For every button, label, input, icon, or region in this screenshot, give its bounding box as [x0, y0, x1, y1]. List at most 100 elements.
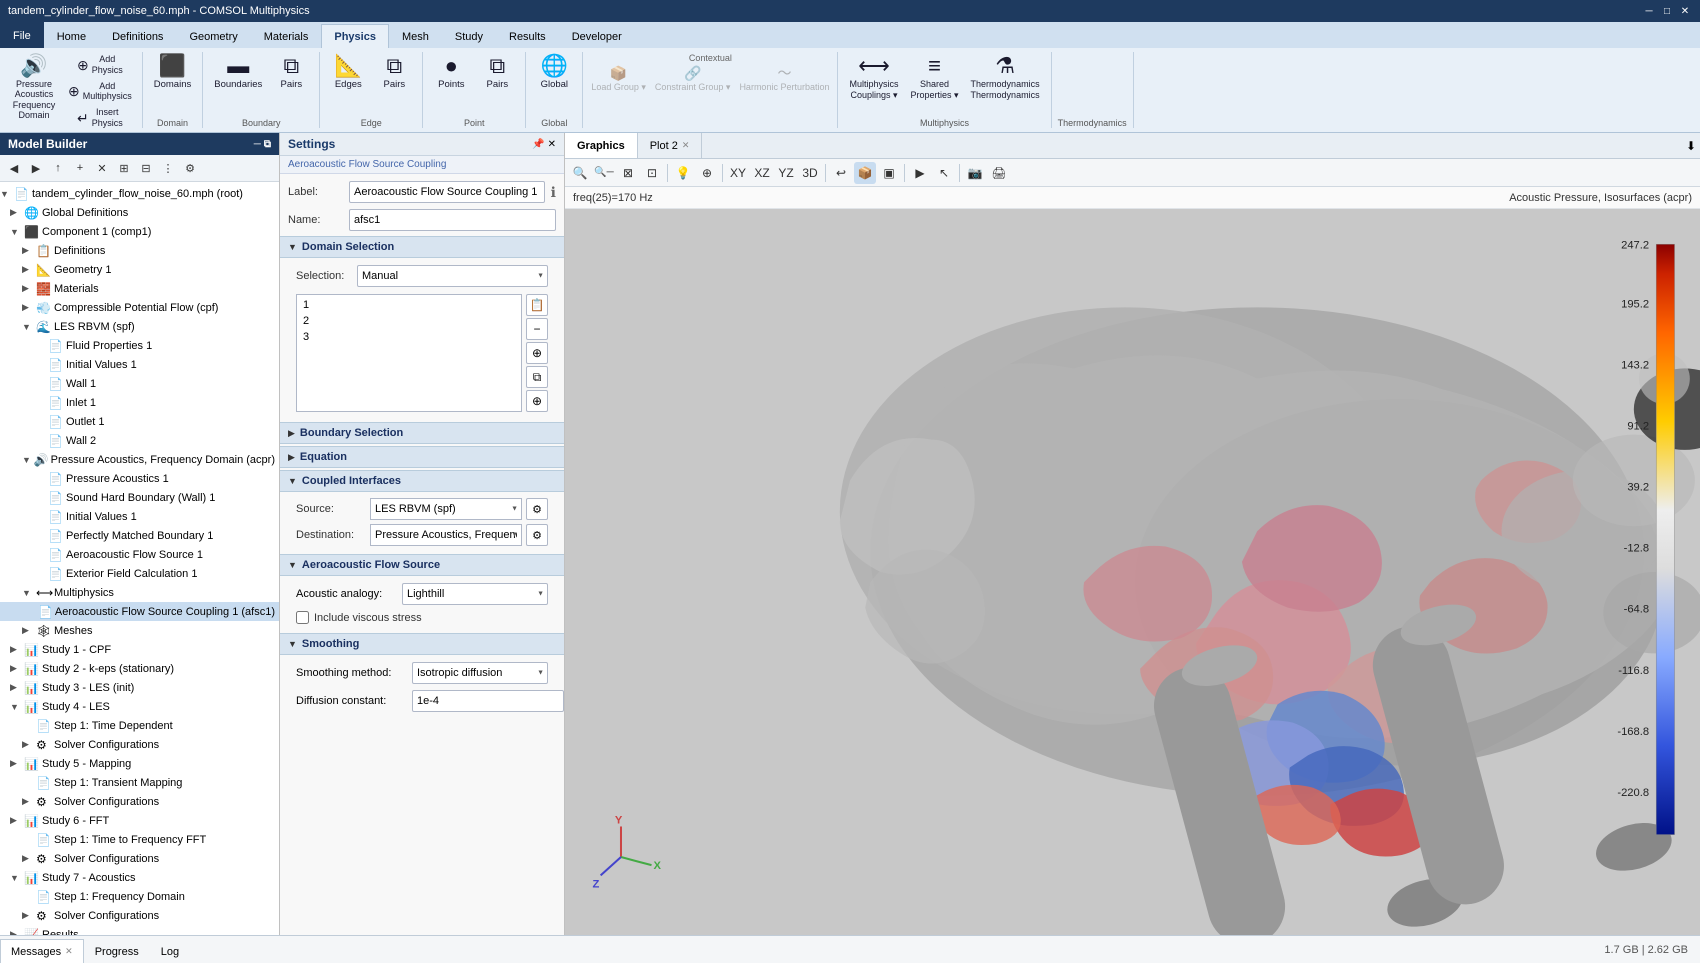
domain-remove-button[interactable]: −: [526, 318, 548, 340]
tree-item[interactable]: ▼📊Study 4 - LES: [0, 697, 279, 716]
tree-expand-icon[interactable]: ▶: [10, 663, 22, 674]
boundaries-button[interactable]: ▬ Boundaries: [209, 52, 267, 93]
tab-file[interactable]: File: [0, 22, 44, 48]
smoothing-method-select[interactable]: Isotropic diffusion None: [412, 662, 548, 684]
tab-results[interactable]: Results: [496, 24, 559, 48]
smoothing-header[interactable]: Smoothing: [280, 633, 564, 655]
tree-item[interactable]: 📄Aeroacoustic Flow Source Coupling 1 (af…: [0, 602, 279, 621]
tree-expand-icon[interactable]: ▼: [22, 455, 32, 465]
thermodynamics-button[interactable]: ⚗ ThermodynamicsThermodynamics: [966, 52, 1045, 104]
zoom-out-button[interactable]: 🔍─: [593, 162, 615, 184]
tree-item[interactable]: 📄Wall 1: [0, 374, 279, 393]
tree-expand-icon[interactable]: ▼: [10, 873, 22, 883]
domain-crosshair-button[interactable]: ⊕: [526, 390, 548, 412]
tree-item[interactable]: 📄Perfectly Matched Boundary 1: [0, 526, 279, 545]
boundary-pairs-button[interactable]: ⧉ Pairs: [269, 52, 313, 93]
name-input[interactable]: [349, 209, 556, 231]
tree-expand-icon[interactable]: ▶: [10, 644, 22, 655]
selection-dropdown[interactable]: Manual All Domains: [357, 265, 548, 287]
reset-view-button[interactable]: ↩: [830, 162, 852, 184]
graphics-viewport[interactable]: 247.2 195.2 143.2 91.2 39.2 -12.8 -64.8 …: [565, 209, 1700, 935]
mb-up-button[interactable]: ↑: [48, 158, 68, 178]
tree-item[interactable]: ▶⚙Solver Configurations: [0, 735, 279, 754]
tree-item[interactable]: 📄Step 1: Time Dependent: [0, 716, 279, 735]
perspective-button[interactable]: 📦: [854, 162, 876, 184]
viscous-stress-checkbox[interactable]: [296, 611, 309, 624]
tree-expand-icon[interactable]: ▶: [22, 302, 34, 313]
tab-geometry[interactable]: Geometry: [176, 24, 250, 48]
mb-expand-button[interactable]: ⊞: [114, 158, 134, 178]
edges-button[interactable]: 📐 Edges: [326, 52, 370, 93]
restore-button[interactable]: □: [1660, 4, 1674, 18]
tree-item[interactable]: ▶🧱Materials: [0, 279, 279, 298]
tree-item[interactable]: 📄Wall 2: [0, 431, 279, 450]
tab-materials[interactable]: Materials: [251, 24, 322, 48]
multiphysics-couplings-button[interactable]: ⟷ MultiphysicsCouplings ▾: [844, 52, 903, 104]
tree-item[interactable]: 📄Aeroacoustic Flow Source 1: [0, 545, 279, 564]
scene-light-button[interactable]: 💡: [672, 162, 694, 184]
tab-study[interactable]: Study: [442, 24, 496, 48]
add-physics-button[interactable]: ⊕ AddPhysics: [64, 52, 136, 78]
settings-close-button[interactable]: ✕: [548, 139, 556, 150]
plot2-close-icon[interactable]: ✕: [682, 140, 690, 151]
settings-pin-button[interactable]: 📌: [532, 139, 544, 150]
tree-item[interactable]: 📄Inlet 1: [0, 393, 279, 412]
mb-forward-button[interactable]: ▶: [26, 158, 46, 178]
go-to-3d-button[interactable]: 3D: [799, 162, 821, 184]
tree-item[interactable]: ▶📈Results: [0, 925, 279, 935]
scene-axes-button[interactable]: ⊕: [696, 162, 718, 184]
destination-select[interactable]: Pressure Acoustics, Frequency Domain (ac…: [370, 524, 522, 546]
tree-item[interactable]: 📄Step 1: Time to Frequency FFT: [0, 830, 279, 849]
point-pairs-button[interactable]: ⧉ Pairs: [475, 52, 519, 93]
zoom-extents-button[interactable]: ⊠: [617, 162, 639, 184]
domain-item-3[interactable]: 3: [299, 329, 519, 345]
tree-item[interactable]: ▶💨Compressible Potential Flow (cpf): [0, 298, 279, 317]
tree-item[interactable]: ▼⟷Multiphysics: [0, 583, 279, 602]
tree-expand-icon[interactable]: ▼: [10, 702, 22, 712]
tree-expand-icon[interactable]: ▶: [10, 682, 22, 693]
screenshot-button[interactable]: 📷: [964, 162, 986, 184]
zoom-box-button[interactable]: ⊡: [641, 162, 663, 184]
tree-expand-icon[interactable]: ▶: [22, 245, 34, 256]
destination-settings-button[interactable]: ⚙: [526, 524, 548, 546]
global-button[interactable]: 🌐 Global: [532, 52, 576, 93]
tree-expand-icon[interactable]: ▶: [22, 283, 34, 294]
equation-header[interactable]: Equation: [280, 446, 564, 468]
close-button[interactable]: ✕: [1678, 4, 1692, 18]
tree-expand-icon[interactable]: ▼: [10, 227, 22, 237]
graphics-tab-plot2[interactable]: Plot 2 ✕: [638, 133, 703, 158]
mb-settings-button[interactable]: ⚙: [180, 158, 200, 178]
edge-pairs-button[interactable]: ⧉ Pairs: [372, 52, 416, 93]
tree-expand-icon[interactable]: ▶: [22, 264, 34, 275]
pressure-acoustics-freq-button[interactable]: 🔊 Pressure AcousticsFrequency Domain: [6, 52, 62, 123]
tree-expand-icon[interactable]: ▶: [22, 910, 34, 921]
domain-item-1[interactable]: 1: [299, 297, 519, 313]
tree-item[interactable]: ▼📄tandem_cylinder_flow_noise_60.mph (roo…: [0, 184, 279, 203]
tree-expand-icon[interactable]: ▶: [10, 815, 22, 826]
tree-item[interactable]: 📄Pressure Acoustics 1: [0, 469, 279, 488]
tree-expand-icon[interactable]: ▼: [22, 588, 34, 598]
tree-item[interactable]: ▶⚙Solver Configurations: [0, 792, 279, 811]
label-input[interactable]: [349, 181, 545, 203]
tree-item[interactable]: ▶🌐Global Definitions: [0, 203, 279, 222]
domains-button[interactable]: ⬛ Domains: [149, 52, 197, 93]
log-tab[interactable]: Log: [150, 939, 190, 963]
mb-more-button[interactable]: ⋮: [158, 158, 178, 178]
tree-item[interactable]: ▶📊Study 6 - FFT: [0, 811, 279, 830]
tree-item[interactable]: ▼⬛Component 1 (comp1): [0, 222, 279, 241]
tree-item[interactable]: ▶⚙Solver Configurations: [0, 906, 279, 925]
tree-item[interactable]: ▶📋Definitions: [0, 241, 279, 260]
mb-delete-button[interactable]: ✕: [92, 158, 112, 178]
tree-item[interactable]: ▶📐Geometry 1: [0, 260, 279, 279]
undock-button[interactable]: ⧉: [264, 139, 271, 150]
tree-expand-icon[interactable]: ▼: [22, 322, 34, 332]
tab-definitions[interactable]: Definitions: [99, 24, 176, 48]
tree-item[interactable]: ▶📊Study 5 - Mapping: [0, 754, 279, 773]
tree-item[interactable]: 📄Step 1: Transient Mapping: [0, 773, 279, 792]
mb-back-button[interactable]: ◀: [4, 158, 24, 178]
tab-mesh[interactable]: Mesh: [389, 24, 442, 48]
label-help-icon[interactable]: ℹ: [551, 184, 556, 201]
select-button[interactable]: ↖: [933, 162, 955, 184]
boundary-selection-header[interactable]: Boundary Selection: [280, 422, 564, 444]
tree-item[interactable]: ▶📊Study 2 - k-eps (stationary): [0, 659, 279, 678]
